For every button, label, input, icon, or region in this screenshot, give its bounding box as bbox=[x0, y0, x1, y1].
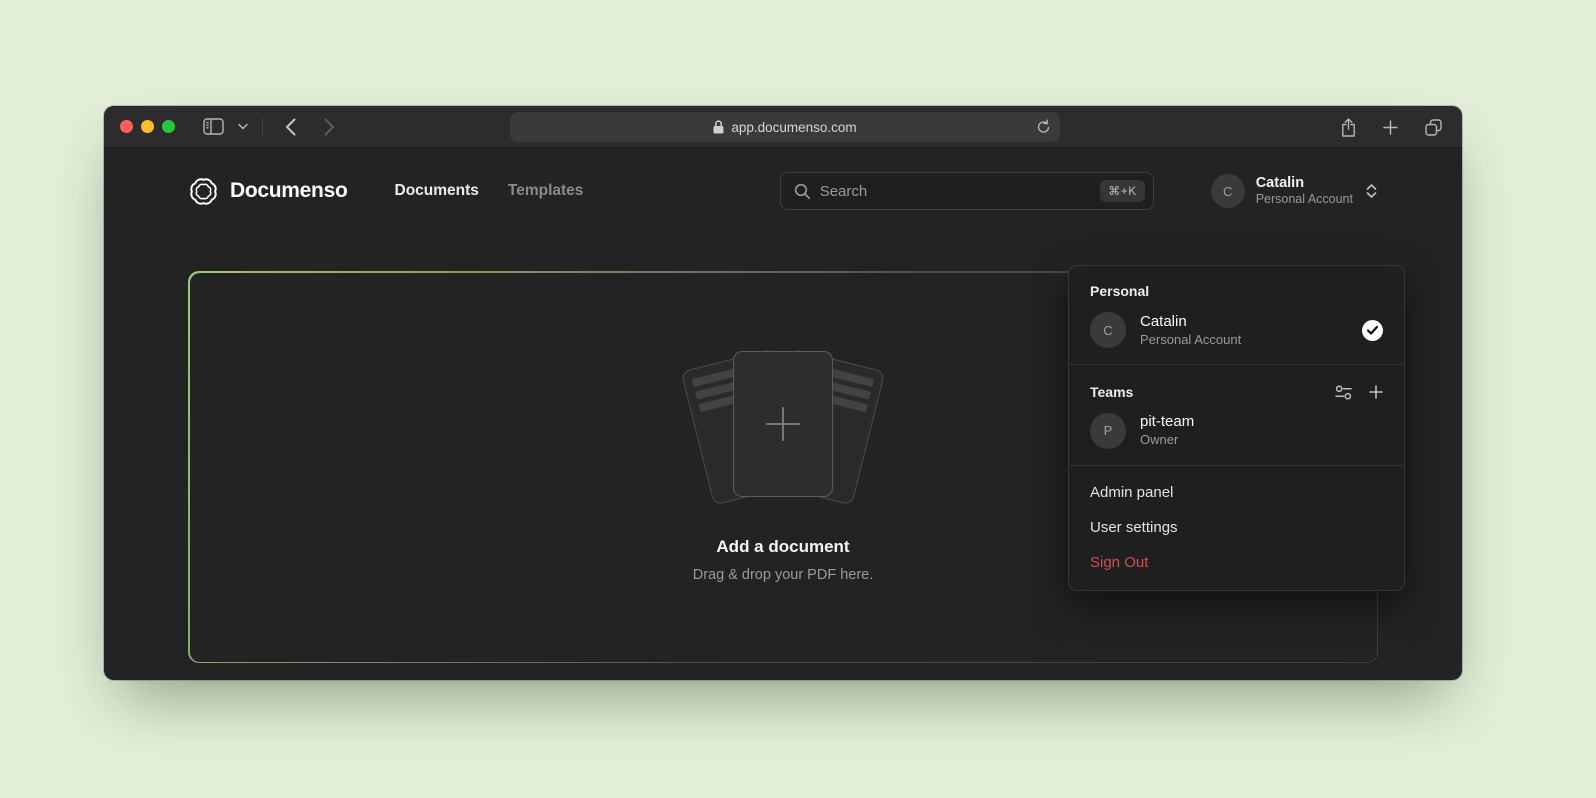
avatar: C bbox=[1211, 174, 1245, 208]
new-tab-icon[interactable] bbox=[1381, 118, 1400, 137]
window-controls bbox=[120, 120, 175, 133]
zoom-button[interactable] bbox=[162, 120, 175, 133]
dropzone-subtitle: Drag & drop your PDF here. bbox=[693, 567, 874, 583]
add-team-icon[interactable] bbox=[1369, 385, 1383, 399]
document-stack-illustration bbox=[676, 351, 890, 503]
account-dropdown-menu: Personal C Catalin Personal Account Team… bbox=[1068, 265, 1405, 591]
menu-divider bbox=[1069, 364, 1404, 365]
menu-divider bbox=[1069, 465, 1404, 466]
search-icon bbox=[794, 183, 811, 200]
back-icon[interactable] bbox=[283, 116, 298, 138]
account-subtitle: Personal Account bbox=[1140, 332, 1241, 349]
toolbar-separator bbox=[262, 118, 263, 136]
url-text: app.documenso.com bbox=[731, 120, 856, 135]
document-card-center bbox=[733, 351, 833, 497]
search-input[interactable] bbox=[820, 183, 1091, 200]
team-role: Owner bbox=[1140, 432, 1194, 449]
browser-titlebar: app.documenso.com bbox=[104, 106, 1462, 148]
team-name: pit-team bbox=[1140, 412, 1194, 432]
brand[interactable]: Documenso bbox=[188, 176, 348, 207]
lock-icon bbox=[713, 120, 724, 134]
app-content: Documenso Documents Templates ⌘+K C bbox=[104, 148, 1462, 679]
avatar: P bbox=[1090, 413, 1126, 449]
tab-overview-icon[interactable] bbox=[1423, 117, 1444, 138]
manage-teams-icon[interactable] bbox=[1335, 385, 1352, 400]
nav-link-templates[interactable]: Templates bbox=[508, 182, 584, 200]
avatar: C bbox=[1090, 312, 1126, 348]
personal-account-item[interactable]: C Catalin Personal Account bbox=[1069, 305, 1404, 355]
search-shortcut-badge: ⌘+K bbox=[1100, 180, 1145, 202]
menu-item-admin-panel[interactable]: Admin panel bbox=[1069, 475, 1404, 510]
check-icon bbox=[1362, 320, 1383, 341]
reload-icon[interactable] bbox=[1036, 119, 1051, 140]
chevrons-up-down-icon bbox=[1365, 183, 1378, 199]
share-icon[interactable] bbox=[1339, 116, 1358, 139]
personal-section-label: Personal bbox=[1069, 271, 1404, 305]
teams-section-label: Teams bbox=[1090, 384, 1133, 400]
close-button[interactable] bbox=[120, 120, 133, 133]
nav-link-documents[interactable]: Documents bbox=[395, 182, 479, 200]
documenso-logo-icon bbox=[188, 176, 219, 207]
team-item[interactable]: P pit-team Owner bbox=[1069, 405, 1404, 455]
app-navbar: Documenso Documents Templates ⌘+K C bbox=[188, 171, 1378, 211]
account-name: Catalin bbox=[1256, 174, 1353, 192]
menu-item-sign-out[interactable]: Sign Out bbox=[1069, 545, 1404, 580]
sidebar-icon[interactable] bbox=[201, 116, 226, 137]
teams-section-header: Teams bbox=[1069, 374, 1404, 405]
search-bar[interactable]: ⌘+K bbox=[780, 172, 1154, 210]
plus-icon bbox=[762, 403, 804, 445]
account-menu-button[interactable]: C Catalin Personal Account bbox=[1211, 174, 1378, 208]
brand-name: Documenso bbox=[230, 179, 348, 203]
account-subtitle: Personal Account bbox=[1256, 192, 1353, 208]
browser-window: app.documenso.com bbox=[104, 106, 1462, 680]
dropzone-title: Add a document bbox=[716, 537, 849, 557]
address-bar[interactable]: app.documenso.com bbox=[510, 112, 1060, 142]
menu-item-user-settings[interactable]: User settings bbox=[1069, 510, 1404, 545]
chevron-down-icon[interactable] bbox=[236, 121, 250, 132]
nav-links: Documents Templates bbox=[395, 182, 584, 200]
forward-icon[interactable] bbox=[322, 116, 337, 138]
account-name: Catalin bbox=[1140, 312, 1241, 332]
minimize-button[interactable] bbox=[141, 120, 154, 133]
